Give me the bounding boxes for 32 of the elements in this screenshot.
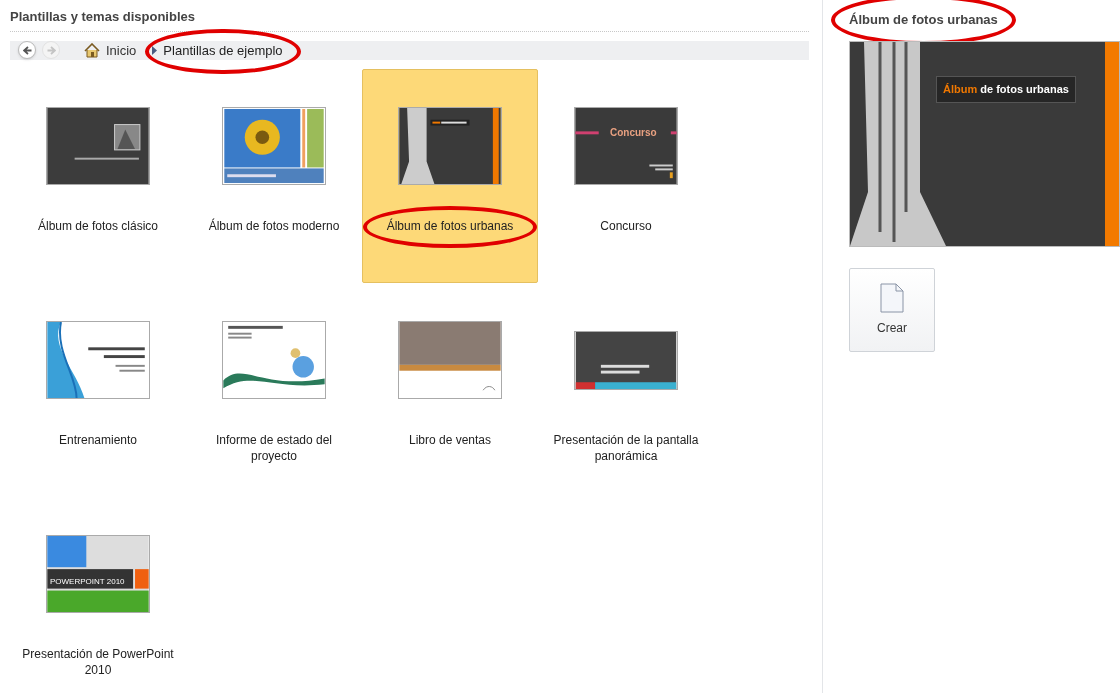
back-button[interactable]: [18, 41, 36, 60]
slide-title: Concurso: [610, 126, 657, 140]
template-name: Álbum de fotos clásico: [36, 218, 160, 234]
template-tile[interactable]: Libro de ventas: [362, 283, 538, 497]
template-tile[interactable]: Presentación de la pantalla panorámica: [538, 283, 714, 497]
template-name: Presentación de la pantalla panorámica: [552, 432, 700, 464]
left-arrow-icon: [22, 45, 32, 55]
breadcrumb-link[interactable]: Inicio: [106, 42, 137, 58]
slide-title: POWERPOINT 2010: [50, 577, 125, 587]
template-name: Álbum de fotos urbanas: [385, 218, 515, 234]
right-arrow-icon: [46, 45, 56, 55]
create-button[interactable]: Crear: [849, 268, 935, 352]
template-name: Presentación de PowerPoint 2010: [21, 646, 175, 678]
template-name: Informe de estado del proyecto: [214, 432, 334, 464]
template-name: Libro de ventas: [407, 432, 493, 448]
template-tile[interactable]: Álbum de fotos moderno: [186, 69, 362, 283]
separator-arrow-icon: [152, 45, 158, 55]
template-tile[interactable]: Álbum de fotos urbanas: [362, 69, 538, 283]
template-tile[interactable]: Álbum de fotos clásico: [10, 69, 186, 283]
template-name: Entrenamiento: [57, 432, 138, 448]
home-icon: [84, 42, 100, 58]
template-tile[interactable]: POWERPOINT 2010 Presentación de PowerPoint 2010: [10, 497, 186, 693]
preview-title: Álbum de fotos urbanas: [849, 11, 998, 29]
slide-title: Álbum de fotos urbanas: [936, 76, 1076, 103]
template-tile[interactable]: Concurso Concurso: [538, 69, 714, 283]
section-title: Plantillas y temas disponibles: [10, 0, 809, 32]
template-name: Concurso: [599, 218, 653, 234]
breadcrumb-link[interactable]: Plantillas de ejemplo: [163, 42, 283, 58]
template-name: Álbum de fotos moderno: [207, 218, 341, 234]
template-tile[interactable]: Entrenamiento: [10, 283, 186, 497]
document-icon: [880, 283, 904, 313]
template-tile[interactable]: Informe de estado del proyecto: [186, 283, 362, 497]
